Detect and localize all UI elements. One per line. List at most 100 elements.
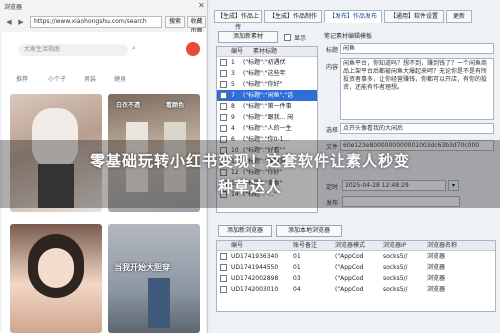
content-textarea[interactable]: 闲鱼平台，你知道吗？想不到，赚到钱了？一个闲鱼商品上架平台后都被闲鱼大爆起来呵？… — [340, 58, 494, 120]
row-checkbox[interactable] — [220, 286, 227, 293]
cell-remark: 04 — [293, 286, 301, 293]
row-number: 8 — [231, 103, 235, 110]
row-title: ("标题":"初遇伏 — [243, 59, 286, 66]
account-table-header: 编号 账号备注 浏览器模式 浏览器IP 浏览器名称 — [217, 241, 495, 251]
row-checkbox[interactable] — [220, 264, 227, 271]
cell-mode: ("AppCod — [335, 253, 364, 260]
cell-name: 浏览器 — [427, 253, 446, 260]
search-button[interactable]: 搜索 — [165, 16, 185, 28]
cell-remark: 01 — [293, 264, 301, 271]
row-checkbox[interactable] — [220, 275, 227, 282]
category-tab[interactable]: 推荐 — [16, 74, 28, 83]
cell-no: UD1742003010 — [231, 286, 279, 293]
category-tab[interactable]: 小个子 — [48, 74, 66, 83]
cell-name: 浏览器 — [427, 286, 446, 293]
card-caption: 看颜色 — [166, 102, 185, 109]
tab-settings[interactable]: 【通用】软件设置 — [384, 10, 444, 23]
add-browser-button[interactable]: 添加新浏览器 — [218, 225, 272, 237]
row-number: 4 — [231, 125, 235, 132]
show-label: 显示 — [294, 35, 307, 42]
cell-mode: ("AppCod — [335, 264, 364, 271]
column-header: 编号 — [231, 242, 244, 249]
table-row[interactable]: 3 ("标题":"这些年 — [217, 68, 317, 79]
material-table-header: 编号 素材标题 — [217, 47, 317, 57]
cell-mode: ("AppCod — [335, 286, 364, 293]
column-header: 浏览器名称 — [427, 242, 458, 249]
table-row[interactable]: UD1741944550 01 ("AppCod socks5// 浏览器 — [217, 262, 495, 273]
content-label: 内容 — [326, 64, 339, 71]
row-checkbox[interactable] — [220, 81, 227, 88]
row-title: ("标题":"闲鱼","话 — [243, 92, 294, 99]
cell-ip: socks5// — [383, 253, 408, 260]
title-field[interactable]: 闲鱼 — [340, 43, 494, 54]
cell-no: UD1742002898 — [231, 275, 279, 282]
cell-mode: ("AppCod — [335, 275, 364, 282]
browser-title: 浏览器 — [4, 4, 23, 11]
forward-icon[interactable]: ▶ — [16, 17, 26, 27]
row-title: ("标题":"人的一生 — [243, 125, 292, 132]
row-title: ("标题":"跟我... 闲 — [243, 114, 294, 121]
cell-no: UD1741944550 — [231, 264, 279, 271]
cell-no: UD1741936340 — [231, 253, 279, 260]
show-checkbox[interactable] — [284, 34, 291, 41]
category-tab[interactable]: 男装 — [84, 74, 96, 83]
headline-line-2: 种草达人 — [217, 178, 282, 196]
select-field[interactable]: 点开头像看我的大闲后 — [340, 123, 494, 134]
column-header: 浏览器IP — [383, 242, 407, 249]
row-title: ("标题":"你好" — [243, 81, 283, 88]
search-icon[interactable]: ⌕ — [132, 44, 136, 53]
table-row[interactable]: UD1742002898 03 ("AppCod socks5// 浏览器 — [217, 273, 495, 284]
row-number: 7 — [231, 92, 235, 99]
table-row[interactable]: 4 ("标题":"人的一生 — [217, 123, 317, 134]
row-checkbox[interactable] — [220, 114, 227, 121]
cell-remark: 03 — [293, 275, 301, 282]
cell-ip: socks5// — [383, 264, 408, 271]
headline-line-1: 零基础玩转小红书变现！这套软件让素人秒变 — [89, 152, 410, 170]
back-icon[interactable]: ◀ — [4, 17, 14, 27]
table-row[interactable]: 1 ("标题":"初遇伏 — [217, 57, 317, 68]
row-title: ("标题":"第一件事 — [243, 103, 292, 110]
card-caption: 当我开始大胆穿 — [114, 263, 170, 272]
row-number: 5 — [231, 81, 235, 88]
avatar[interactable] — [186, 42, 200, 56]
select-label: 选择 — [326, 127, 339, 134]
cell-remark: 01 — [293, 253, 301, 260]
table-row[interactable]: 8 ("标题":"第一件事 — [217, 101, 317, 112]
tab-make[interactable]: 【生成】作品制作 — [264, 10, 322, 23]
cell-name: 浏览器 — [427, 275, 446, 282]
photo-figure — [38, 248, 74, 288]
tab-update[interactable]: 更新 — [446, 10, 472, 23]
tab-publish[interactable]: 【发布】作品发布 — [324, 10, 382, 23]
table-row[interactable]: 5 ("标题":"你好" — [217, 79, 317, 90]
browser-toolbar: ◀ ▶ https://www.xiaohongshu.com/search 搜… — [2, 14, 206, 35]
add-local-browser-button[interactable]: 添加本地浏览器 — [276, 225, 342, 237]
row-number: 3 — [231, 70, 235, 77]
table-row[interactable]: UD1742003010 04 ("AppCod socks5// 浏览器 — [217, 284, 495, 295]
row-checkbox[interactable] — [220, 59, 227, 66]
category-tab[interactable]: 健身 — [114, 74, 126, 83]
row-checkbox[interactable] — [220, 103, 227, 110]
column-header: 素材标题 — [253, 48, 278, 55]
row-checkbox[interactable] — [220, 70, 227, 77]
cell-name: 浏览器 — [427, 264, 446, 271]
photo-figure — [148, 278, 170, 328]
favorite-page-button[interactable]: 收藏页面 — [187, 16, 206, 35]
add-material-button[interactable]: 添加新素材 — [218, 31, 278, 43]
edit-template-label: 笔记素材编辑模板 — [324, 33, 373, 40]
row-checkbox[interactable] — [220, 92, 227, 99]
address-bar[interactable]: https://www.xiaohongshu.com/search — [30, 16, 162, 28]
table-row[interactable]: 9 ("标题":"跟我... 闲 — [217, 112, 317, 123]
row-checkbox[interactable] — [220, 125, 227, 132]
tab-upload[interactable]: 【生成】作品上传 — [214, 10, 262, 31]
browser-account-table: 编号 账号备注 浏览器模式 浏览器IP 浏览器名称 UD1741936340 01… — [216, 240, 496, 312]
row-checkbox[interactable] — [220, 253, 227, 260]
note-card[interactable] — [10, 224, 102, 333]
close-icon[interactable]: ✕ — [198, 1, 205, 10]
site-search-input[interactable]: 大家生活指南 — [18, 44, 128, 56]
note-card[interactable]: 当我开始大胆穿 — [108, 224, 200, 333]
column-header: 账号备注 — [293, 242, 318, 249]
table-row[interactable]: UD1741936340 01 ("AppCod socks5// 浏览器 — [217, 251, 495, 262]
table-row[interactable]: 7 ("标题":"闲鱼","话 — [217, 90, 317, 101]
headline-overlay: 零基础玩转小红书变现！这套软件让素人秒变 种草达人 — [0, 140, 500, 208]
cell-ip: socks5// — [383, 275, 408, 282]
